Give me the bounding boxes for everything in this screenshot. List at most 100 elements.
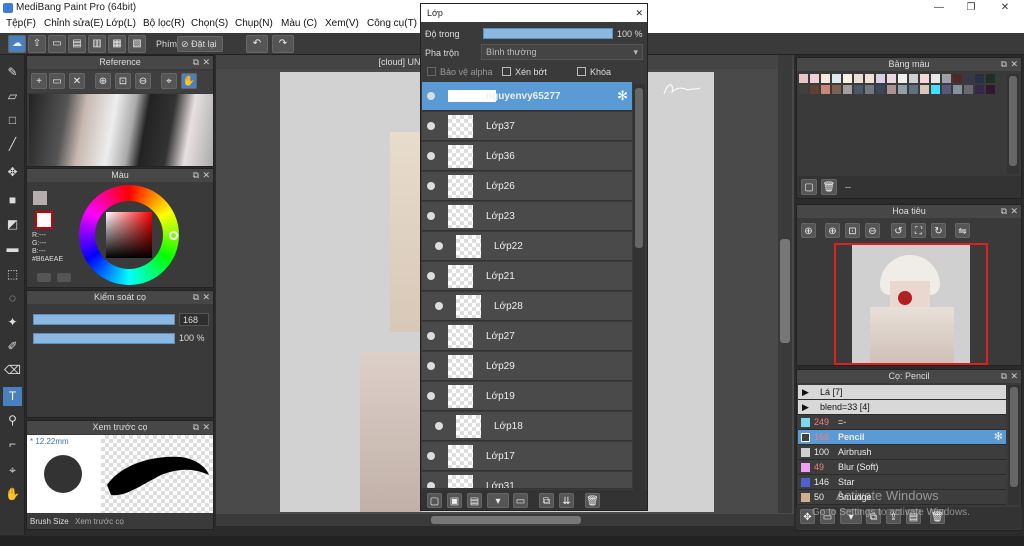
layer-row[interactable]: Lớp31 — [422, 472, 632, 489]
menu-filter[interactable]: Bộ lọc(R) — [143, 18, 185, 29]
new-halftone-layer-icon[interactable]: ▣ — [447, 493, 462, 508]
layer-row[interactable]: Lớp23 — [422, 202, 632, 231]
palette-swatch[interactable] — [953, 85, 962, 94]
eye-icon[interactable] — [427, 212, 435, 220]
add-layer-menu-icon[interactable]: ▾ — [487, 493, 509, 508]
menu-file[interactable]: Tệp(F) — [6, 18, 36, 29]
palette-swatch[interactable] — [865, 85, 874, 94]
palette-swatch[interactable] — [876, 85, 885, 94]
palette-swatch[interactable] — [821, 85, 830, 94]
layer-row[interactable]: Lớp22 — [422, 232, 632, 261]
new-palette-icon[interactable]: ▢ — [801, 179, 817, 195]
palette-swatch[interactable] — [931, 74, 940, 83]
layer-row[interactable]: Lớp17 — [422, 442, 632, 471]
horizontal-scroll-thumb[interactable] — [431, 516, 581, 524]
lasso-tool-icon[interactable]: ◌ — [3, 289, 22, 308]
menu-tools[interactable]: Công cụ(T) — [367, 18, 417, 29]
layer-row[interactable]: Lớp36 — [422, 142, 632, 171]
palette-swatch[interactable] — [964, 74, 973, 83]
lock-checkbox[interactable] — [577, 67, 586, 76]
palette-swatch[interactable] — [843, 85, 852, 94]
palette-scroll-thumb[interactable] — [1009, 76, 1017, 166]
popout-icon[interactable]: ⧉ — [1001, 370, 1007, 383]
secondary-color-swatch[interactable] — [33, 191, 47, 205]
trash-icon[interactable]: 🗑 — [585, 493, 600, 508]
brush-size-value[interactable]: 168 — [179, 313, 209, 326]
brush-size-slider[interactable] — [33, 314, 175, 325]
eye-icon[interactable] — [427, 452, 435, 460]
layer-row[interactable]: Lớp21 — [422, 262, 632, 291]
brush-item[interactable]: 49 Blur (Soft) — [798, 460, 1006, 475]
palette-swatch[interactable] — [942, 74, 951, 83]
hue-handle[interactable] — [169, 231, 178, 240]
hand-tool-icon[interactable]: ✋ — [3, 485, 22, 504]
palette-swatch[interactable] — [964, 85, 973, 94]
layer-scroll-thumb[interactable] — [635, 88, 643, 248]
eye-icon[interactable] — [427, 482, 435, 488]
palette-swatch[interactable] — [832, 74, 841, 83]
layer-row[interactable]: Lớp18 — [422, 412, 632, 441]
eye-icon[interactable] — [427, 272, 435, 280]
eye-icon[interactable] — [427, 92, 435, 100]
hue-wheel[interactable] — [79, 185, 179, 285]
palette-swatch[interactable] — [810, 74, 819, 83]
popout-icon[interactable]: ⧉ — [193, 169, 199, 182]
cloud-icon[interactable]: ☁ — [8, 35, 26, 53]
eye-icon[interactable] — [427, 182, 435, 190]
line-tool-icon[interactable]: ╱ — [3, 135, 22, 154]
brush-folder[interactable]: ▶ blend=33 [4] — [798, 400, 1006, 415]
fill-rect-icon[interactable]: ■ — [3, 191, 22, 210]
palette-swatch[interactable] — [876, 74, 885, 83]
saturation-square[interactable] — [106, 212, 152, 258]
vertical-scroll-thumb[interactable] — [780, 239, 790, 343]
menu-view[interactable]: Xem(V) — [325, 18, 359, 29]
eye-icon[interactable] — [427, 122, 435, 130]
palette-swatch[interactable] — [865, 74, 874, 83]
eye-icon[interactable] — [427, 392, 435, 400]
palette-swatch[interactable] — [832, 85, 841, 94]
reset-button[interactable]: ⊘ Đặt lại — [177, 36, 223, 52]
palette-swatch[interactable] — [887, 85, 896, 94]
folder-icon[interactable]: ▭ — [49, 73, 65, 89]
maximize-icon[interactable]: ❐ — [956, 0, 986, 16]
eraser-tool-icon[interactable]: ▱ — [3, 87, 22, 106]
brush-list-scrollbar[interactable] — [1008, 385, 1020, 505]
gear-icon[interactable]: ✻ — [617, 88, 628, 104]
close-icon[interactable]: ✕ — [1010, 370, 1018, 383]
palette-swatch[interactable] — [986, 85, 995, 94]
zoom-out-icon[interactable]: ⊖ — [865, 223, 880, 238]
eye-icon[interactable] — [427, 362, 435, 370]
menu-capture[interactable]: Chụp(N) — [235, 18, 273, 29]
rect-tool-icon[interactable]: □ — [3, 111, 22, 130]
bucket-tool-icon[interactable]: ◩ — [3, 215, 22, 234]
minimize-icon[interactable]: — — [924, 0, 954, 16]
palette-swatch[interactable] — [975, 74, 984, 83]
dropper-tool-icon[interactable]: ⌐ — [3, 435, 22, 454]
zoom-in-icon[interactable]: ⊕ — [825, 223, 840, 238]
palette-swatch[interactable] — [986, 74, 995, 83]
brush-item[interactable]: 168 Pencil ✻ — [798, 430, 1006, 445]
brush-opacity-slider[interactable] — [33, 333, 175, 344]
palette-swatch[interactable] — [920, 85, 929, 94]
palette-swatch[interactable] — [909, 74, 918, 83]
palette-swatch[interactable] — [810, 85, 819, 94]
rotate-left-icon[interactable]: ↺ — [891, 223, 906, 238]
fit-screen-icon[interactable]: ⛶ — [911, 223, 926, 238]
brush-item[interactable]: 249 =- — [798, 415, 1006, 430]
palette-swatch[interactable] — [898, 85, 907, 94]
primary-color-swatch[interactable] — [35, 211, 53, 229]
close-icon[interactable]: ✕ — [202, 56, 210, 69]
popout-icon[interactable]: ⧉ — [193, 291, 199, 304]
menu-edit[interactable]: Chỉnh sửa(E) — [44, 18, 104, 29]
select-eraser-icon[interactable]: ⌫ — [3, 361, 22, 380]
close-icon[interactable]: ✕ — [990, 0, 1020, 16]
menu-layer[interactable]: Lớp(L) — [106, 18, 136, 29]
popout-icon[interactable]: ⧉ — [1001, 58, 1007, 71]
comment-icon[interactable]: ▭ — [48, 35, 66, 53]
brush-folder[interactable]: ▶ Lá [7] — [798, 385, 1006, 400]
palette-swatch[interactable] — [953, 74, 962, 83]
delete-icon[interactable]: ✕ — [69, 73, 85, 89]
layer-row[interactable]: Lớp28 — [422, 292, 632, 321]
eyedropper-icon[interactable]: ⌖ — [3, 461, 22, 480]
add-icon[interactable]: + — [31, 73, 47, 89]
